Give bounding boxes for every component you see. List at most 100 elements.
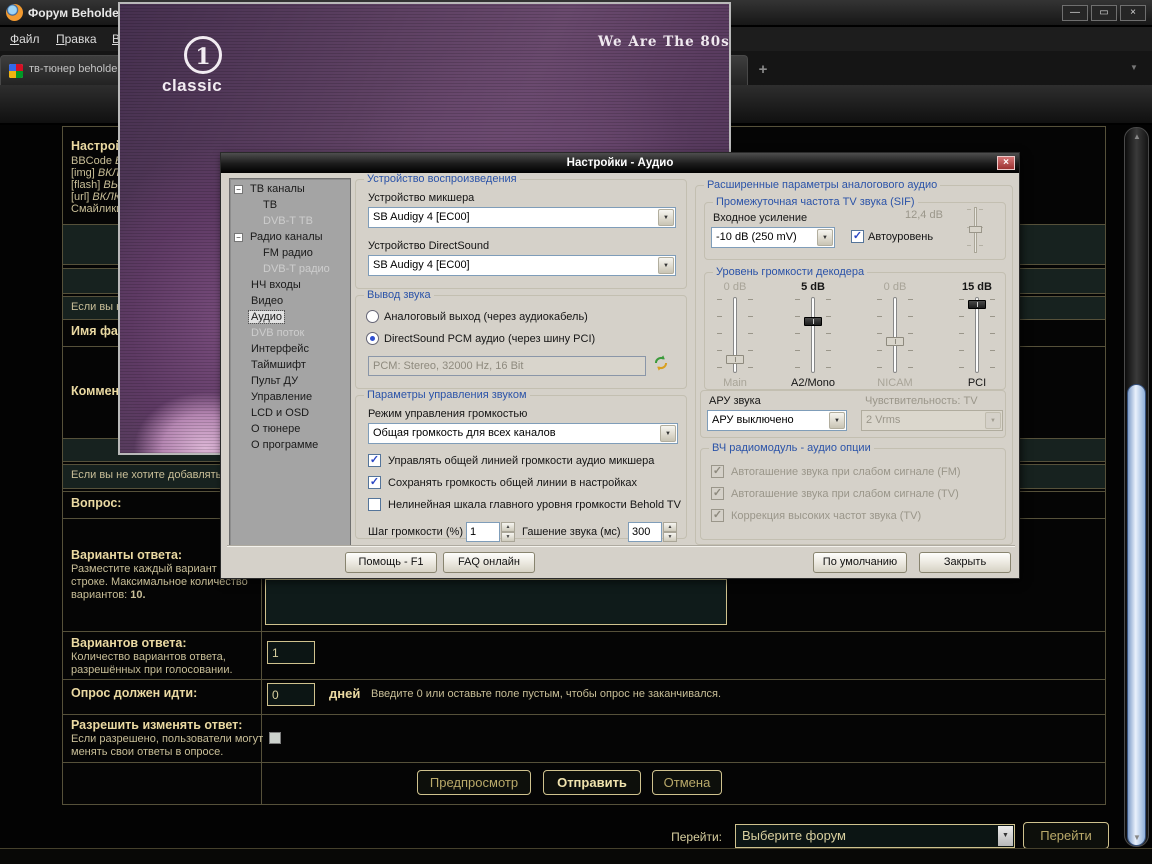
submit-button[interactable]: Отправить [543, 770, 641, 795]
autolevel-checkbox[interactable] [851, 230, 864, 243]
chevron-down-icon[interactable]: ▼ [817, 229, 833, 246]
mute-delay-input[interactable]: 300 [628, 522, 662, 542]
pcm-output-radio[interactable] [366, 332, 379, 345]
nonlinear-scale-checkbox[interactable] [368, 498, 381, 511]
group-title: Устройство воспроизведения [364, 173, 520, 185]
volume-mode-label: Режим управления громкостью [368, 408, 527, 420]
tree-item-tv[interactable]: ТВ [230, 198, 350, 214]
page-scrollbar[interactable]: ▲ ▼ [1124, 127, 1149, 847]
volume-step-spinner[interactable]: ▲▼ [501, 522, 515, 542]
tree-item-fm-radio[interactable]: FM радио [230, 246, 350, 262]
tree-item-remote[interactable]: Пульт ДУ [230, 374, 350, 390]
tree-item-interface[interactable]: Интерфейс [230, 342, 350, 358]
refresh-format-icon[interactable] [652, 354, 670, 377]
chevron-down-icon[interactable]: ▼ [658, 257, 674, 274]
settings-tree: −ТВ каналы ТВ DVB-T ТВ −Радио каналы FM … [229, 178, 351, 546]
tree-item-video[interactable]: Видео [230, 294, 350, 310]
settings-dialog: Настройки - Аудио × −ТВ каналы ТВ DVB-T … [220, 152, 1020, 579]
close-dialog-button[interactable]: Закрыть [919, 552, 1011, 573]
mixer-line-checkbox[interactable] [368, 454, 381, 467]
collapse-icon[interactable]: − [234, 233, 243, 242]
group-title: Параметры управления звуком [364, 389, 530, 401]
new-tab-button[interactable]: + [754, 61, 772, 79]
cancel-button[interactable]: Отмена [652, 770, 722, 795]
tree-item-tv-channels[interactable]: −ТВ каналы [230, 182, 350, 198]
options-desc: вариантов: 10. [71, 589, 146, 601]
hf-correction-label: Коррекция высоких частот звука (TV) [731, 510, 921, 522]
chevron-down-icon[interactable]: ▼ [998, 826, 1013, 846]
chevron-down-icon[interactable]: ▼ [658, 209, 674, 226]
directsound-device-select[interactable]: SB Audigy 4 [EC00]▼ [368, 255, 676, 276]
tree-item-about-program[interactable]: О программе [230, 438, 350, 454]
divider [227, 545, 1015, 546]
group-title: Промежуточная частота TV звука (SIF) [713, 196, 918, 208]
sif-level-value: 12,4 dB [905, 209, 943, 221]
tab-label: тв-тюнер beholder [29, 63, 121, 75]
vh1-logo-icon: 1 [184, 36, 222, 74]
duration-desc: Введите 0 или оставьте поле пустым, чтоб… [371, 688, 721, 700]
volume-step-label: Шаг громкости (%) [368, 526, 463, 538]
collapse-icon[interactable]: − [234, 185, 243, 194]
pcm-format-field: PCM: Stereo, 32000 Hz, 16 Bit [368, 356, 646, 376]
tree-item-audio[interactable]: Аудио [230, 310, 350, 326]
analog-output-radio[interactable] [366, 310, 379, 323]
jump-label: Перейти: [640, 830, 722, 844]
scroll-down-icon[interactable]: ▼ [1133, 833, 1141, 842]
minimize-button[interactable]: — [1062, 5, 1088, 21]
volume-step-input[interactable]: 1 [466, 522, 500, 542]
restore-button[interactable]: ▭ [1091, 5, 1117, 21]
slider-pci[interactable]: 15 dB PCI [947, 281, 1007, 399]
group-title: Уровень громкости декодера [713, 266, 867, 278]
tree-item-control[interactable]: Управление [230, 390, 350, 406]
fm-mute-checkbox [711, 465, 724, 478]
agc-group: АРУ звука АРУ выключено▼ Чувствительност… [700, 390, 1006, 438]
menu-file[interactable]: Файл [10, 32, 40, 46]
firefox-icon [6, 4, 23, 21]
mixer-device-select[interactable]: SB Audigy 4 [EC00]▼ [368, 207, 676, 228]
tab-list-arrow-icon[interactable]: ▼ [1130, 63, 1138, 72]
pcm-output-label: DirectSound PCM аудио (через шину PCI) [384, 333, 595, 345]
jump-button[interactable]: Перейти [1023, 822, 1109, 849]
divider [63, 714, 1105, 715]
slider-a2mono[interactable]: 5 dB A2/Mono [783, 281, 843, 399]
slider-thumb[interactable] [804, 317, 822, 326]
group-title: Расширенные параметры аналогового аудио [704, 179, 940, 191]
agc-select[interactable]: АРУ выключено▼ [707, 410, 847, 431]
volume-mode-select[interactable]: Общая громкость для всех каналов▼ [368, 423, 678, 444]
vh1-classic-label: classic [162, 76, 222, 96]
dialog-close-button[interactable]: × [997, 156, 1015, 170]
duration-input[interactable] [267, 683, 315, 706]
allow-desc: менять свои ответы в опросе. [71, 746, 223, 758]
slider-thumb [726, 355, 744, 364]
faq-button[interactable]: FAQ онлайн [443, 552, 535, 573]
tree-item-radio-channels[interactable]: −Радио каналы [230, 230, 350, 246]
options-textarea[interactable] [265, 579, 727, 625]
menu-edit[interactable]: Правка [56, 32, 97, 46]
slider-thumb[interactable] [968, 300, 986, 309]
tree-item-lf-inputs[interactable]: НЧ входы [230, 278, 350, 294]
help-button[interactable]: Помощь - F1 [345, 552, 437, 573]
input-gain-select[interactable]: -10 dB (250 mV)▼ [711, 227, 835, 248]
divider [63, 679, 1105, 680]
question-heading: Вопрос: [71, 496, 121, 510]
scroll-up-icon[interactable]: ▲ [1133, 132, 1141, 141]
allow-checkbox[interactable] [269, 732, 281, 744]
chevron-down-icon[interactable]: ▼ [829, 412, 845, 429]
mute-delay-spinner[interactable]: ▲▼ [663, 522, 677, 542]
defaults-button[interactable]: По умолчанию [813, 552, 907, 573]
tree-item-lcd-osd[interactable]: LCD и OSD [230, 406, 350, 422]
save-volume-checkbox[interactable] [368, 476, 381, 489]
nonlinear-scale-label: Нелинейная шкала главного уровня громкос… [388, 499, 681, 511]
count-input[interactable] [267, 641, 315, 664]
close-button[interactable]: × [1120, 5, 1146, 21]
scrollbar-thumb[interactable] [1127, 384, 1146, 846]
sif-level-slider [967, 205, 983, 255]
preview-button[interactable]: Предпросмотр [417, 770, 531, 795]
sensitivity-label: Чувствительность: TV [865, 395, 978, 407]
chevron-down-icon[interactable]: ▼ [660, 425, 676, 442]
group-title: ВЧ радиомодуль - аудио опции [709, 442, 874, 454]
tree-item-timeshift[interactable]: Таймшифт [230, 358, 350, 374]
forum-select[interactable]: Выберите форум ▼ [735, 824, 1015, 848]
tree-item-about-tuner[interactable]: О тюнере [230, 422, 350, 438]
options-heading: Варианты ответа: [71, 548, 182, 562]
